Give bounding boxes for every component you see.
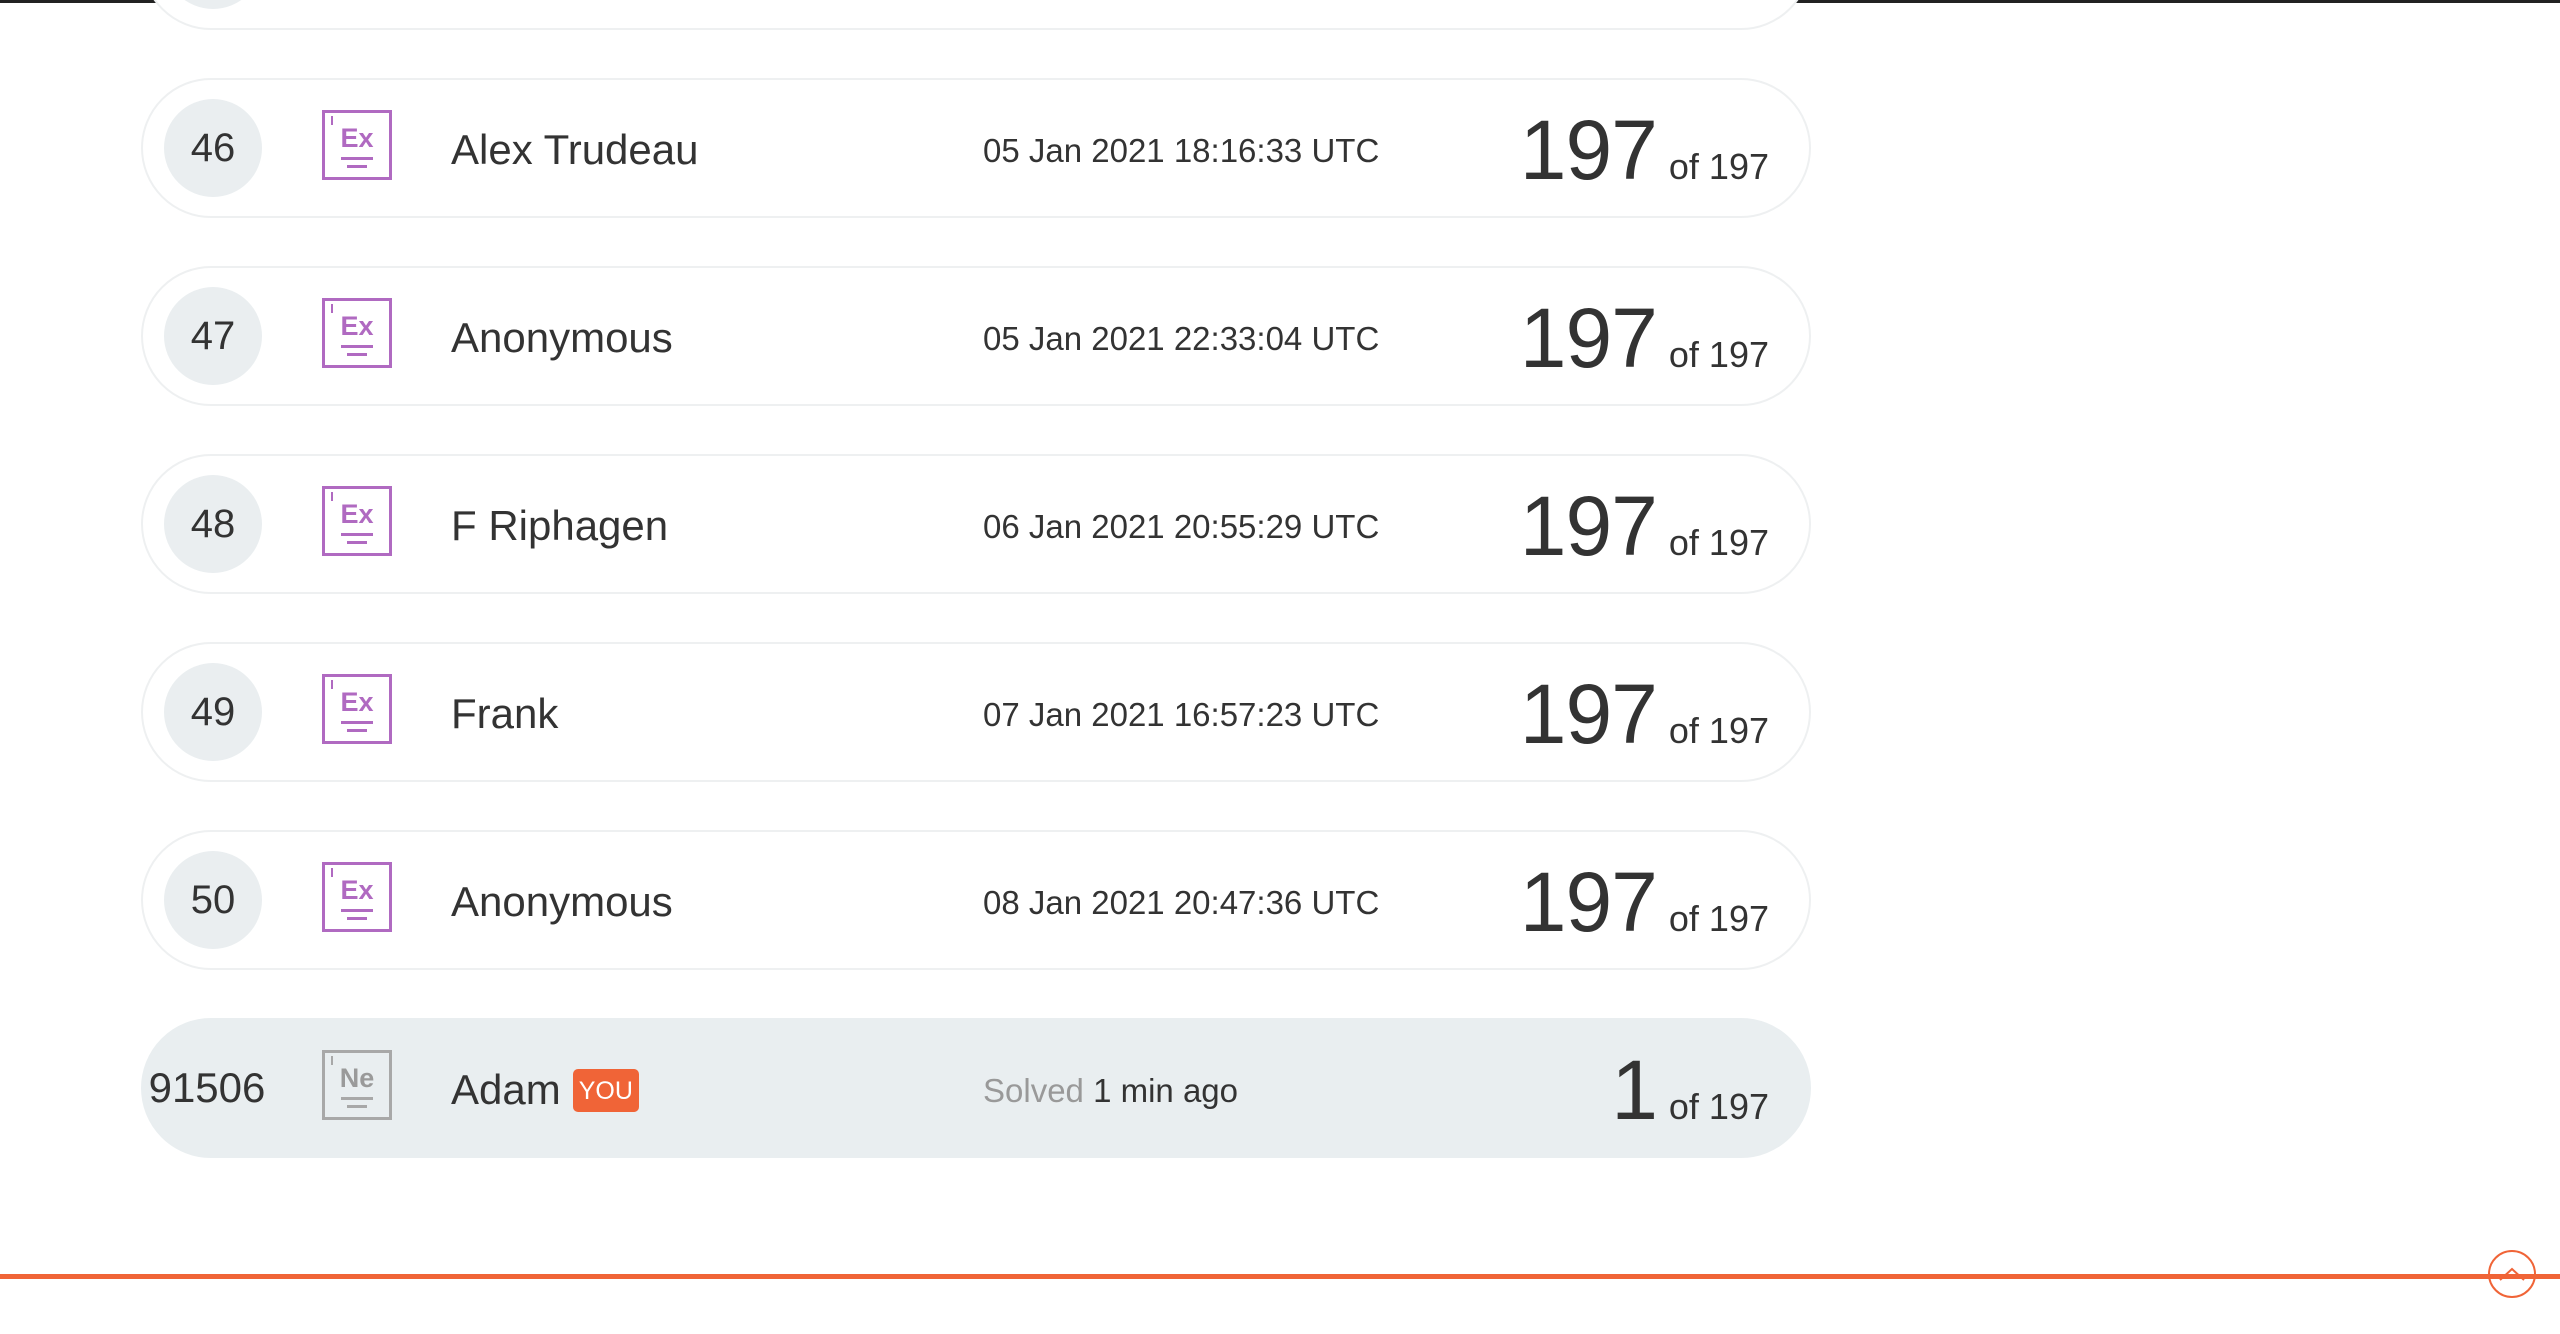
score-total: of 197 <box>1668 898 1769 939</box>
rank: 48 <box>164 475 262 573</box>
completion-date: 07 Jan 2021 16:57:23 UTC <box>983 696 1380 733</box>
score-total: of 197 <box>1668 334 1769 375</box>
score-value: 197 <box>1519 667 1658 761</box>
score: 197 of 197 <box>1520 666 1769 763</box>
score-value: 1 <box>1611 1043 1658 1137</box>
rank: 91506 <box>148 1064 266 1111</box>
completion-date: 08 Jan 2021 20:47:36 UTC <box>983 884 1380 921</box>
score-value: 197 <box>1519 291 1658 385</box>
level-ex-icon: Ex <box>322 674 392 744</box>
completion-date: 06 Jan 2021 20:55:29 UTC <box>983 508 1380 545</box>
table-row-partial <box>141 0 1811 30</box>
user-name[interactable]: Frank <box>451 690 558 738</box>
score: 197 of 197 <box>1520 854 1769 951</box>
score-total: of 197 <box>1668 710 1769 751</box>
rank: 50 <box>164 851 262 949</box>
level-ex-icon: Ex <box>322 486 392 556</box>
user-name[interactable]: Anonymous <box>451 314 673 362</box>
scroll-to-top-button[interactable] <box>2488 1250 2536 1298</box>
you-badge: YOU <box>572 1068 639 1112</box>
table-row[interactable]: 46 Ex Alex Trudeau 05 Jan 2021 18:16:33 … <box>141 78 1811 218</box>
table-row[interactable]: 48 Ex F Riphagen 06 Jan 2021 20:55:29 UT… <box>141 454 1811 594</box>
table-row-current-user[interactable]: 91506 Ne Adam YOU Solved 1 min ago 1 of … <box>141 1018 1811 1158</box>
user-name[interactable]: Anonymous <box>451 878 673 926</box>
level-ex-icon: Ex <box>322 298 392 368</box>
user-name[interactable]: Adam YOU <box>451 1066 639 1114</box>
score: 197 of 197 <box>1520 290 1769 387</box>
table-row[interactable]: 50 Ex Anonymous 08 Jan 2021 20:47:36 UTC… <box>141 830 1811 970</box>
completion-date: 05 Jan 2021 22:33:04 UTC <box>983 320 1380 357</box>
page: 46 Ex Alex Trudeau 05 Jan 2021 18:16:33 … <box>0 0 2560 1334</box>
solved-time: 1 min ago <box>1093 1072 1239 1109</box>
chevron-up-icon <box>2499 1267 2525 1281</box>
score: 197 of 197 <box>1520 102 1769 199</box>
score-total: of 197 <box>1668 1086 1769 1127</box>
rank: 49 <box>164 663 262 761</box>
score-total: of 197 <box>1668 146 1769 187</box>
solved-label: Solved <box>983 1072 1084 1109</box>
score: 197 of 197 <box>1520 478 1769 575</box>
level-ne-icon: Ne <box>322 1050 392 1120</box>
score-value: 197 <box>1519 855 1658 949</box>
level-ex-icon: Ex <box>322 110 392 180</box>
footer-divider <box>0 1274 2560 1279</box>
rank: 47 <box>164 287 262 385</box>
completion-date: 05 Jan 2021 18:16:33 UTC <box>983 132 1380 169</box>
score-value: 197 <box>1519 479 1658 573</box>
table-row[interactable]: 49 Ex Frank 07 Jan 2021 16:57:23 UTC 197… <box>141 642 1811 782</box>
user-name[interactable]: Alex Trudeau <box>451 126 699 174</box>
rank-circle <box>164 0 262 9</box>
score: 1 of 197 <box>1611 1042 1769 1139</box>
table-row[interactable]: 47 Ex Anonymous 05 Jan 2021 22:33:04 UTC… <box>141 266 1811 406</box>
solved-status: Solved 1 min ago <box>983 1072 1238 1110</box>
level-ex-icon: Ex <box>322 862 392 932</box>
score-total: of 197 <box>1668 522 1769 563</box>
score-value: 197 <box>1519 103 1658 197</box>
rank: 46 <box>164 99 262 197</box>
user-name[interactable]: F Riphagen <box>451 502 668 550</box>
